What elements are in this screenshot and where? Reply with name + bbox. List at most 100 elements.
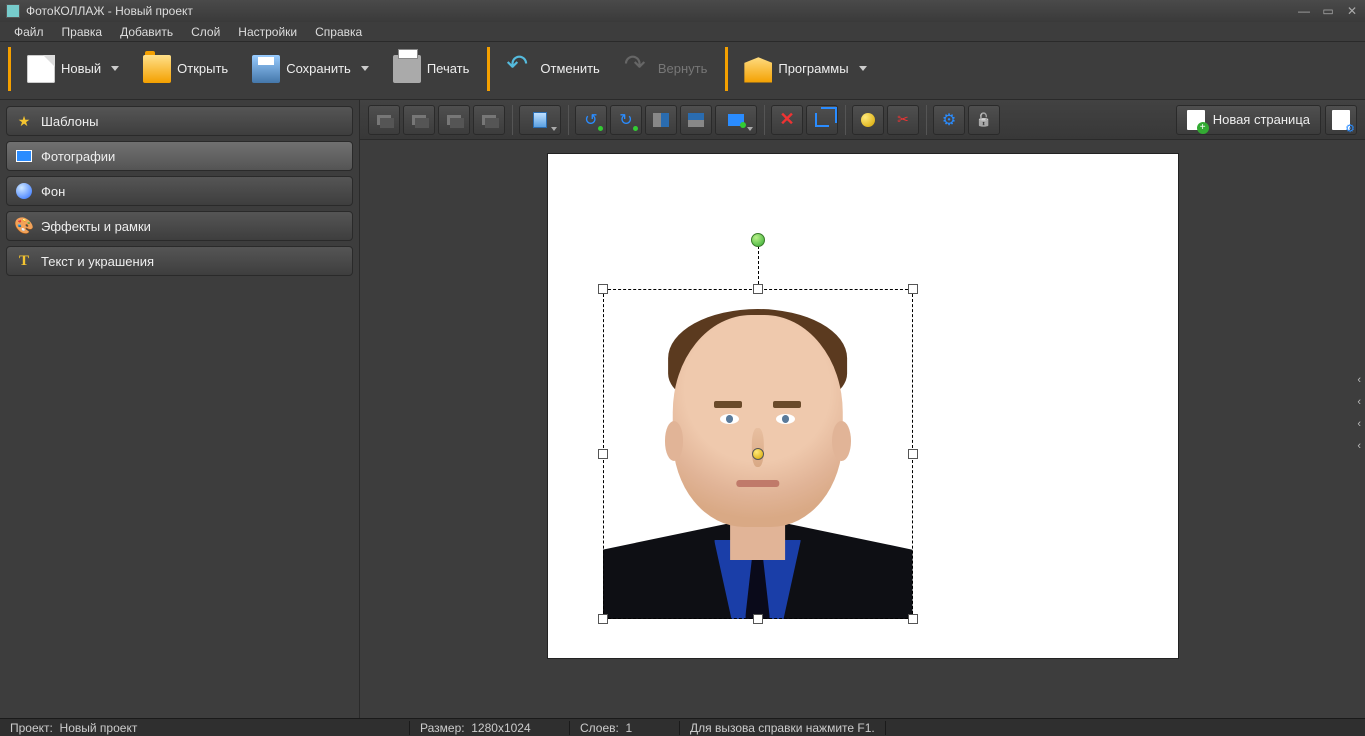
status-layers: Слоев: 1 bbox=[570, 721, 680, 735]
rotate-left-icon bbox=[582, 111, 600, 129]
menu-edit[interactable]: Правка bbox=[54, 23, 111, 41]
save-icon bbox=[252, 55, 280, 83]
menu-settings[interactable]: Настройки bbox=[230, 23, 305, 41]
menu-help[interactable]: Справка bbox=[307, 23, 370, 41]
palette-icon: 🎨 bbox=[15, 217, 33, 235]
lock-icon bbox=[975, 111, 993, 129]
print-icon bbox=[393, 55, 421, 83]
redo-button[interactable]: Вернуть bbox=[616, 51, 716, 87]
flip-v-icon bbox=[688, 113, 704, 127]
new-label: Новый bbox=[61, 61, 101, 76]
gear-icon bbox=[940, 111, 958, 129]
sidebar-item-templates[interactable]: ★ Шаблоны bbox=[6, 106, 353, 136]
minimize-button[interactable]: — bbox=[1297, 4, 1311, 18]
sidebar-item-label: Фотографии bbox=[41, 149, 115, 164]
photo-icon bbox=[15, 147, 33, 165]
new-page-button[interactable]: Новая страница bbox=[1176, 105, 1321, 135]
programs-label: Программы bbox=[778, 61, 848, 76]
layer-bottom-icon bbox=[482, 115, 496, 125]
bring-front-button[interactable] bbox=[438, 105, 470, 135]
resize-handle-nw[interactable] bbox=[598, 284, 608, 294]
center-handle[interactable] bbox=[752, 448, 764, 460]
sidebar-item-label: Шаблоны bbox=[41, 114, 99, 129]
close-button[interactable]: ✕ bbox=[1345, 4, 1359, 18]
resize-handle-w[interactable] bbox=[598, 449, 608, 459]
menu-bar: Файл Правка Добавить Слой Настройки Спра… bbox=[0, 22, 1365, 42]
rotation-handle[interactable] bbox=[751, 233, 765, 247]
box-icon bbox=[744, 55, 772, 83]
right-panel-collapsed[interactable]: ‹ ‹ ‹ ‹ bbox=[1353, 370, 1365, 456]
rotation-line bbox=[758, 241, 759, 289]
canvas-page[interactable] bbox=[548, 154, 1178, 658]
status-project: Проект: Новый проект bbox=[0, 721, 410, 735]
save-button[interactable]: Сохранить bbox=[244, 51, 377, 87]
sidebar-item-effects[interactable]: 🎨 Эффекты и рамки bbox=[6, 211, 353, 241]
open-button[interactable]: Открыть bbox=[135, 51, 236, 87]
sidebar-item-label: Текст и украшения bbox=[41, 254, 154, 269]
cut-button[interactable] bbox=[887, 105, 919, 135]
sidebar: ★ Шаблоны Фотографии Фон 🎨 Эффекты и рам… bbox=[0, 100, 360, 718]
globe-icon bbox=[15, 182, 33, 200]
menu-layer[interactable]: Слой bbox=[183, 23, 228, 41]
resize-handle-se[interactable] bbox=[908, 614, 918, 624]
resize-handle-e[interactable] bbox=[908, 449, 918, 459]
crop-icon bbox=[815, 113, 829, 127]
expand-chevron-icon: ‹ bbox=[1357, 418, 1361, 430]
work-area: ✕ Новая страница bbox=[360, 100, 1365, 718]
rotate-right-icon bbox=[617, 111, 635, 129]
effects-icon bbox=[861, 113, 875, 127]
page-properties-button[interactable] bbox=[1325, 105, 1357, 135]
page-gear-icon bbox=[1332, 110, 1350, 130]
lock-button[interactable] bbox=[968, 105, 1000, 135]
crop-button[interactable] bbox=[806, 105, 838, 135]
chevron-down-icon bbox=[361, 66, 369, 71]
send-back-button[interactable] bbox=[473, 105, 505, 135]
layer-up-icon bbox=[377, 115, 391, 125]
sidebar-item-background[interactable]: Фон bbox=[6, 176, 353, 206]
rotate-right-button[interactable] bbox=[610, 105, 642, 135]
sidebar-item-label: Фон bbox=[41, 184, 65, 199]
status-size: Размер: 1280x1024 bbox=[410, 721, 570, 735]
fit-button[interactable] bbox=[715, 105, 757, 135]
bring-forward-button[interactable] bbox=[368, 105, 400, 135]
resize-handle-n[interactable] bbox=[753, 284, 763, 294]
fit-icon bbox=[728, 114, 744, 126]
canvas-viewport[interactable] bbox=[360, 140, 1365, 718]
menu-add[interactable]: Добавить bbox=[112, 23, 181, 41]
undo-label: Отменить bbox=[540, 61, 599, 76]
send-backward-button[interactable] bbox=[403, 105, 435, 135]
maximize-button[interactable]: ▭ bbox=[1321, 4, 1335, 18]
sidebar-item-photos[interactable]: Фотографии bbox=[6, 141, 353, 171]
resize-handle-sw[interactable] bbox=[598, 614, 608, 624]
align-icon bbox=[533, 112, 547, 128]
settings-button[interactable] bbox=[933, 105, 965, 135]
chevron-down-icon bbox=[551, 127, 557, 131]
flip-horizontal-button[interactable] bbox=[645, 105, 677, 135]
chevron-down-icon bbox=[859, 66, 867, 71]
programs-button[interactable]: Программы bbox=[736, 51, 874, 87]
align-button[interactable] bbox=[519, 105, 561, 135]
delete-icon: ✕ bbox=[778, 111, 796, 129]
resize-handle-ne[interactable] bbox=[908, 284, 918, 294]
app-icon bbox=[6, 4, 20, 18]
expand-chevron-icon: ‹ bbox=[1357, 396, 1361, 408]
effects-button[interactable] bbox=[852, 105, 884, 135]
status-help: Для вызова справки нажмите F1. bbox=[680, 721, 886, 735]
selected-object[interactable] bbox=[603, 289, 913, 619]
print-button[interactable]: Печать bbox=[385, 51, 478, 87]
save-label: Сохранить bbox=[286, 61, 351, 76]
new-page-label: Новая страница bbox=[1213, 112, 1310, 127]
sidebar-item-text[interactable]: T Текст и украшения bbox=[6, 246, 353, 276]
open-icon bbox=[143, 55, 171, 83]
flip-vertical-button[interactable] bbox=[680, 105, 712, 135]
rotate-left-button[interactable] bbox=[575, 105, 607, 135]
print-label: Печать bbox=[427, 61, 470, 76]
new-button[interactable]: Новый bbox=[19, 51, 127, 87]
undo-button[interactable]: Отменить bbox=[498, 51, 607, 87]
menu-file[interactable]: Файл bbox=[6, 23, 52, 41]
chevron-down-icon bbox=[111, 66, 119, 71]
new-page-icon bbox=[1187, 110, 1205, 130]
flip-h-icon bbox=[653, 113, 669, 127]
resize-handle-s[interactable] bbox=[753, 614, 763, 624]
delete-button[interactable]: ✕ bbox=[771, 105, 803, 135]
